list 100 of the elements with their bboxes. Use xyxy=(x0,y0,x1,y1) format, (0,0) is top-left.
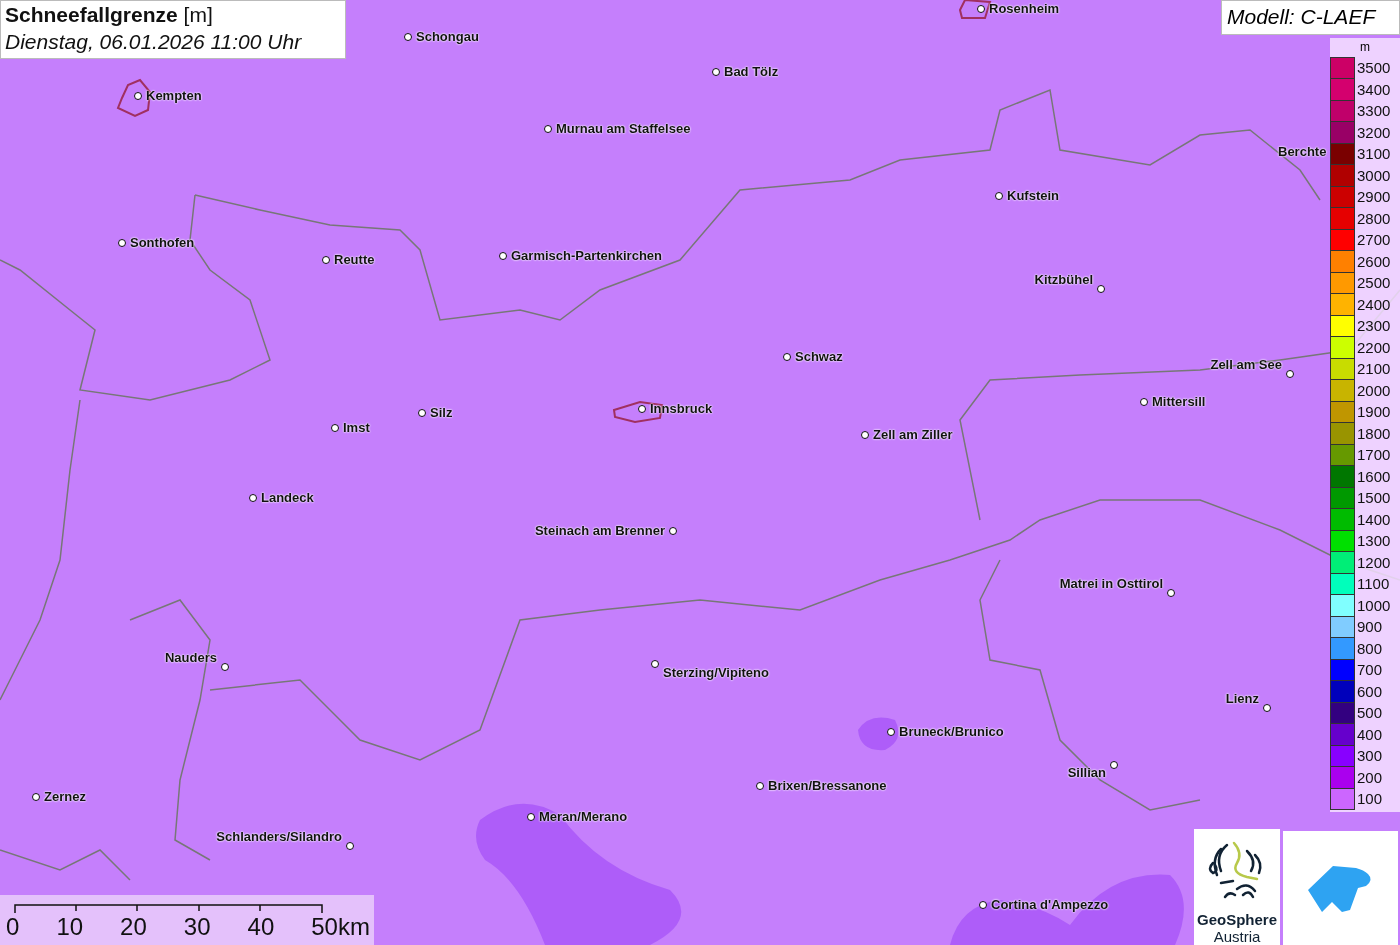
legend-label: 2500 xyxy=(1357,274,1391,292)
legend-label: 2200 xyxy=(1357,338,1391,356)
city-marker xyxy=(249,494,257,502)
logo-subtitle: Austria xyxy=(1213,928,1261,945)
legend-label: 3000 xyxy=(1357,166,1391,184)
scale-label: 50km xyxy=(311,913,370,941)
city-marker xyxy=(331,424,339,432)
legend-label: 1500 xyxy=(1357,489,1391,507)
legend-label: 2300 xyxy=(1357,317,1391,335)
city-label: Cortina d'Ampezzo xyxy=(991,897,1109,912)
legend-label: 1300 xyxy=(1357,532,1391,550)
city-label: Murnau am Staffelsee xyxy=(556,121,691,136)
legend-label: 400 xyxy=(1357,725,1383,743)
legend-label: 700 xyxy=(1357,661,1383,679)
legend-label: 3100 xyxy=(1357,145,1391,163)
city-label: Kufstein xyxy=(1007,188,1059,203)
legend-label: 2000 xyxy=(1357,381,1391,399)
legend-unit: m xyxy=(1359,39,1371,56)
legend-label: 1800 xyxy=(1357,424,1391,442)
legend-label: 2700 xyxy=(1357,231,1391,249)
city-label: Zell am See xyxy=(1210,357,1282,372)
city-label: Schwaz xyxy=(795,349,843,364)
scale-label: 30 xyxy=(183,913,211,941)
legend-label: 2900 xyxy=(1357,188,1391,206)
legend-label: 600 xyxy=(1357,682,1383,700)
city-label: Imst xyxy=(343,420,370,435)
city-label: Zell am Ziller xyxy=(873,427,953,442)
city-marker xyxy=(221,663,229,671)
city-marker xyxy=(134,92,142,100)
city-label: Garmisch-Partenkirchen xyxy=(511,248,662,263)
legend-label: 100 xyxy=(1357,790,1383,808)
city-marker xyxy=(418,409,426,417)
city-label: Landeck xyxy=(261,490,314,505)
scale-label: 40 xyxy=(247,913,275,941)
city-marker xyxy=(651,660,659,668)
legend-label: 1000 xyxy=(1357,596,1391,614)
city-marker xyxy=(638,405,646,413)
city-label: Matrei in Osttirol xyxy=(1059,576,1163,591)
legend-label: 1400 xyxy=(1357,510,1391,528)
city-label: Nauders xyxy=(164,650,217,665)
city-marker xyxy=(1110,761,1118,769)
city-marker xyxy=(783,353,791,361)
legend-label: 1100 xyxy=(1357,575,1390,593)
legend-label: 1700 xyxy=(1357,446,1391,464)
city-marker xyxy=(1097,285,1105,293)
city-marker xyxy=(322,256,330,264)
scale-label: 0 xyxy=(6,913,20,941)
city-label: Bad Tölz xyxy=(724,64,779,79)
city-marker xyxy=(527,813,535,821)
city-label: Schongau xyxy=(416,29,479,44)
legend-label: 3500 xyxy=(1357,59,1391,77)
city-label: Sonthofen xyxy=(130,235,195,250)
city-label: Meran/Merano xyxy=(539,809,628,824)
legend-label: 800 xyxy=(1357,639,1383,657)
city-label: Steinach am Brenner xyxy=(534,523,665,538)
city-marker xyxy=(1286,370,1294,378)
city-marker xyxy=(995,192,1003,200)
city-label: Kitzbühel xyxy=(1034,272,1093,287)
city-marker xyxy=(977,5,985,13)
legend-label: 500 xyxy=(1357,704,1383,722)
city-label: Bruneck/Brunico xyxy=(899,724,1004,739)
city-marker xyxy=(712,68,720,76)
city-label: Rosenheim xyxy=(989,1,1060,16)
city-marker xyxy=(404,33,412,41)
city-marker xyxy=(32,793,40,801)
city-label: Sterzing/Vipiteno xyxy=(663,665,769,680)
legend-label: 200 xyxy=(1357,768,1383,786)
city-marker xyxy=(1140,398,1148,406)
city-marker xyxy=(887,728,895,736)
city-label: Berchte xyxy=(1278,144,1327,159)
map-title: Schneefallgrenze [m] xyxy=(5,3,214,27)
legend-label: 2600 xyxy=(1357,252,1391,270)
city-label: Silz xyxy=(430,405,453,420)
legend-label: 3300 xyxy=(1357,102,1391,120)
city-marker xyxy=(1263,704,1271,712)
legend-label: 1200 xyxy=(1357,553,1391,571)
city-label: Mittersill xyxy=(1152,394,1206,409)
logo-wordmark: GeoSphere xyxy=(1197,911,1277,928)
city-marker xyxy=(756,782,764,790)
scale-label: 20 xyxy=(120,913,147,941)
city-marker xyxy=(979,901,987,909)
legend-label: 900 xyxy=(1357,618,1383,636)
city-marker xyxy=(346,842,354,850)
legend-label: 2100 xyxy=(1357,360,1391,378)
city-marker xyxy=(861,431,869,439)
legend-label: 1600 xyxy=(1357,467,1391,485)
scale-label: 10 xyxy=(56,913,84,941)
legend-label: 300 xyxy=(1357,747,1383,765)
legend-label: 3400 xyxy=(1357,80,1391,98)
legend-label: 2400 xyxy=(1357,295,1391,313)
city-marker xyxy=(499,252,507,260)
city-label: Reutte xyxy=(334,252,375,267)
map-datetime: Dienstag, 06.01.2026 11:00 Uhr xyxy=(5,30,303,54)
city-label: Schlanders/Silandro xyxy=(216,829,342,844)
city-marker xyxy=(544,125,552,133)
legend-label: 3200 xyxy=(1357,123,1391,141)
city-label: Lienz xyxy=(1225,691,1259,706)
city-marker xyxy=(1167,589,1175,597)
city-marker xyxy=(669,527,677,535)
city-marker xyxy=(118,239,126,247)
